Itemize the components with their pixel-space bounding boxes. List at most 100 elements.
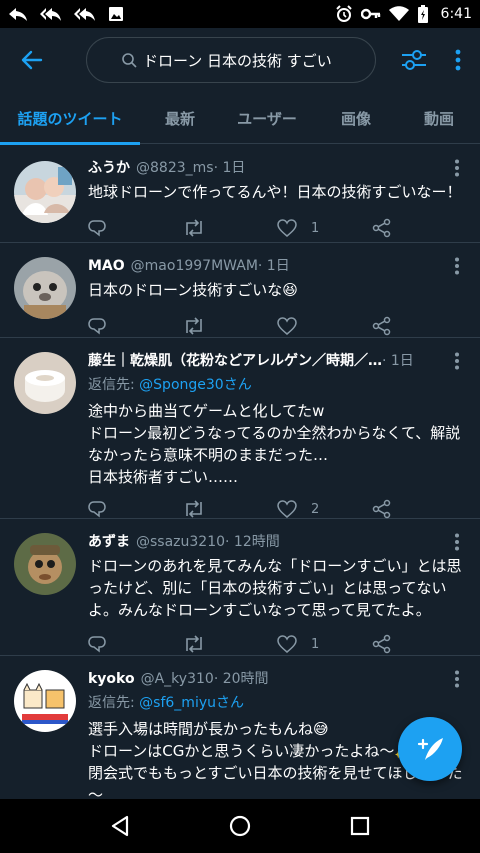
reply-icon xyxy=(88,501,106,518)
sliders-icon xyxy=(402,50,426,70)
retweet-icon xyxy=(185,635,202,653)
clock: 6:41 xyxy=(440,6,472,22)
display-name[interactable]: kyoko xyxy=(88,671,135,687)
avatar[interactable] xyxy=(14,352,76,414)
retweet-button[interactable] xyxy=(183,635,278,653)
reply-to: 返信先: @Sponge30さん xyxy=(88,374,466,394)
nav-home-button[interactable] xyxy=(216,802,264,850)
share-button[interactable] xyxy=(372,316,467,336)
tweet-text: 地球ドローンで作ってるんや！日本の技術すごいなー！ xyxy=(88,181,466,203)
wifi-icon xyxy=(388,6,409,22)
share-button[interactable] xyxy=(372,634,467,654)
compose-tweet-button[interactable] xyxy=(398,717,462,781)
heart-icon xyxy=(277,317,297,335)
avatar[interactable] xyxy=(14,257,76,319)
tweet-header: MAO @mao1997MWAM · 1日 xyxy=(88,255,466,277)
nav-recents-button[interactable] xyxy=(336,802,384,850)
like-button[interactable]: 2 xyxy=(277,500,372,518)
tweet-time: · 1日 xyxy=(257,258,290,274)
more-vertical-icon xyxy=(455,159,459,177)
reply-icon xyxy=(8,6,28,22)
display-name[interactable]: 藤生｜乾燥肌（花粉などアレルゲン／時期／… xyxy=(88,350,382,370)
tweet[interactable]: MAO @mao1997MWAM · 1日 日本のドローン技術すごいな😆 xyxy=(0,243,480,338)
status-bar: 6:41 xyxy=(0,0,480,28)
tweet-line: ったけど、別に「日本の技術すごい」とは思ってない xyxy=(88,579,447,597)
tab-videos[interactable]: 動画 xyxy=(398,92,480,144)
tweet-line: 日本のドローン技術すごいな😆 xyxy=(88,281,298,299)
reply-button[interactable] xyxy=(88,500,183,518)
back-button[interactable] xyxy=(4,32,60,88)
nav-back-button[interactable] xyxy=(96,802,144,850)
reply-all-icon xyxy=(40,6,62,22)
avatar[interactable] xyxy=(14,161,76,223)
tweet-feed: ふうか @8823_ms · 1日 地球ドローンで作ってるんや！日本の技術すごい… xyxy=(0,145,480,806)
user-handle: @8823_ms xyxy=(136,160,214,176)
search-input[interactable]: ドローン 日本の技術 すごい xyxy=(86,37,376,83)
retweet-icon xyxy=(185,219,202,237)
retweet-icon xyxy=(185,317,202,335)
tweet-menu-button[interactable] xyxy=(454,670,464,690)
image-icon xyxy=(108,6,124,22)
like-count: 1 xyxy=(311,636,320,652)
reply-button[interactable] xyxy=(88,317,183,335)
more-vertical-icon xyxy=(455,257,459,275)
tweet-menu-button[interactable] xyxy=(454,533,464,553)
tab-images[interactable]: 画像 xyxy=(314,92,398,144)
user-handle: @ssazu3210 xyxy=(136,534,226,550)
compose-feather-icon xyxy=(417,738,443,760)
search-icon xyxy=(121,52,137,72)
more-vertical-icon xyxy=(455,352,459,370)
battery-icon xyxy=(417,4,429,24)
tweet-menu-button[interactable] xyxy=(454,159,464,179)
triangle-back-icon xyxy=(111,815,129,837)
search-filter-button[interactable] xyxy=(394,40,434,80)
share-button[interactable] xyxy=(372,218,467,238)
mention-link[interactable]: @Sponge30さん xyxy=(139,377,252,393)
share-icon xyxy=(372,218,390,238)
key-icon xyxy=(360,7,381,21)
tweet-header: kyoko @A_ky310 · 20時間 xyxy=(88,668,466,690)
tab-top-tweets[interactable]: 話題のツイート xyxy=(0,92,140,145)
tweet[interactable]: 藤生｜乾燥肌（花粉などアレルゲン／時期／… · 1日 返信先: @Sponge3… xyxy=(0,338,480,519)
more-options-button[interactable] xyxy=(446,40,470,80)
square-recents-icon xyxy=(350,816,370,836)
display-name[interactable]: MAO xyxy=(88,258,125,274)
retweet-button[interactable] xyxy=(183,500,278,518)
user-handle: @mao1997MWAM xyxy=(130,258,258,274)
like-button[interactable] xyxy=(277,317,372,335)
reply-button[interactable] xyxy=(88,635,183,653)
tweet[interactable]: ふうか @8823_ms · 1日 地球ドローンで作ってるんや！日本の技術すごい… xyxy=(0,145,480,243)
avatar[interactable] xyxy=(14,670,76,732)
retweet-button[interactable] xyxy=(183,219,278,237)
tab-users[interactable]: ユーザー xyxy=(220,92,314,144)
more-vertical-icon xyxy=(455,533,459,551)
reply-button[interactable] xyxy=(88,219,183,237)
display-name[interactable]: ふうか xyxy=(88,157,130,177)
reply-icon xyxy=(88,318,106,335)
more-vertical-icon xyxy=(455,49,461,71)
avatar[interactable] xyxy=(14,533,76,595)
search-tabs: 話題のツイート 最新 ユーザー 画像 動画 xyxy=(0,92,480,145)
tab-latest[interactable]: 最新 xyxy=(140,92,220,144)
display-name[interactable]: あずま xyxy=(88,531,130,551)
like-count: 1 xyxy=(311,220,320,236)
like-button[interactable]: 1 xyxy=(277,635,372,653)
mention-link[interactable]: @sf6_miyuさん xyxy=(139,695,244,711)
alarm-icon xyxy=(335,5,353,23)
user-handle: @A_ky310 xyxy=(140,671,214,687)
share-icon xyxy=(372,316,390,336)
retweet-icon xyxy=(185,500,202,518)
retweet-button[interactable] xyxy=(183,317,278,335)
tweet-time: · 1日 xyxy=(382,353,414,369)
tweet-text: 途中から曲当てゲームと化してたw ドローン最初どうなってるのか全然わからなくて、… xyxy=(88,400,466,488)
circle-home-icon xyxy=(229,815,251,837)
tweet-menu-button[interactable] xyxy=(454,257,464,277)
like-button[interactable]: 1 xyxy=(277,219,372,237)
tweet-header: ふうか @8823_ms · 1日 xyxy=(88,157,466,179)
heart-icon xyxy=(277,219,297,237)
reply-icon xyxy=(88,220,106,237)
tweet[interactable]: あずま @ssazu3210 · 12時間 ドローンのあれを見てみんな「ドローン… xyxy=(0,519,480,656)
tweet-menu-button[interactable] xyxy=(454,352,464,372)
reply-icon xyxy=(88,636,106,653)
share-button[interactable] xyxy=(372,499,467,519)
